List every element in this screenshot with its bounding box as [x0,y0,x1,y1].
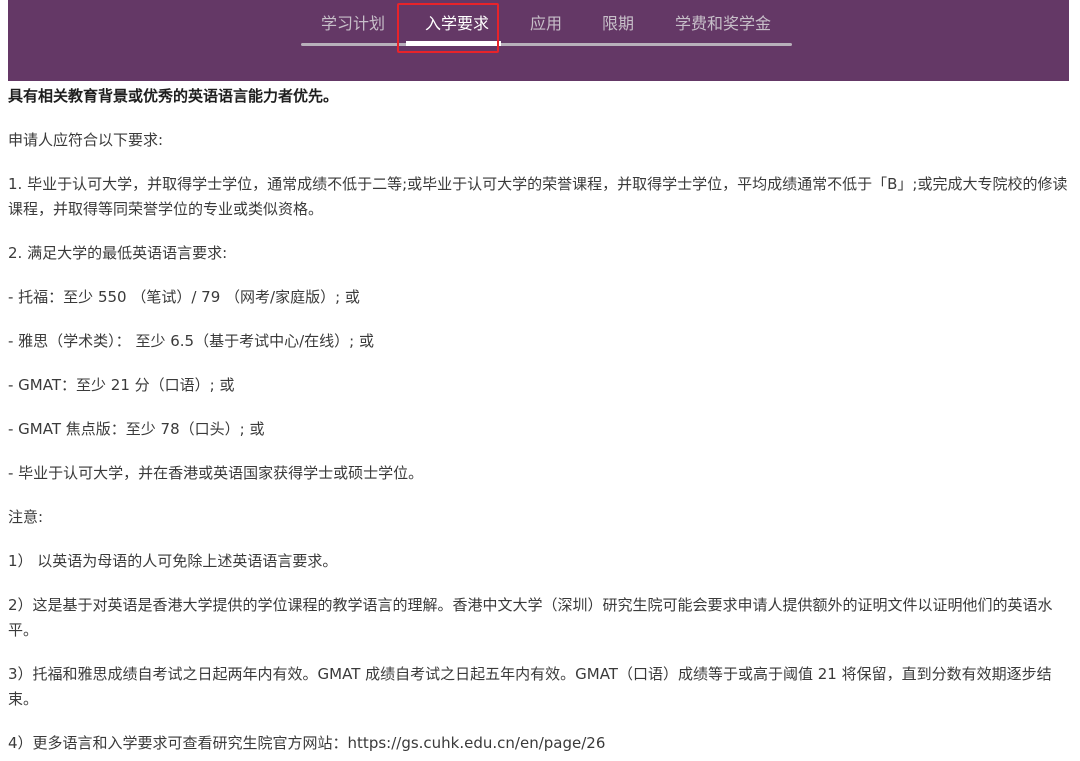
tab-study-plan[interactable]: 学习计划 [321,12,385,36]
note-4: 4）更多语言和入学要求可查看研究生院官方网站：https://gs.cuhk.e… [8,734,606,752]
gmat-requirement: - GMAT：至少 21 分（口语）; 或 [8,376,235,394]
tab-active-indicator [406,41,501,46]
requirement-2: 2. 满足大学的最低英语语言要求: [8,244,228,262]
intro-paragraph: 申请人应符合以下要求: [8,131,164,149]
note-1: 1） 以英语为母语的人可免除上述英语语言要求。 [8,552,338,570]
lead-paragraph: 具有相关教育背景或优秀的英语语言能力者优先。 [8,87,339,105]
admission-requirements-content: 具有相关教育背景或优秀的英语语言能力者优先。 申请人应符合以下要求: 1. 毕业… [8,84,1072,756]
note-2: 2）这是基于对英语是香港大学提供的学位课程的教学语言的理解。香港中文大学（深圳）… [8,596,1053,639]
notes-title: 注意: [8,508,44,526]
tab-application[interactable]: 应用 [530,12,562,36]
tab-underline [301,43,792,46]
degree-requirement: - 毕业于认可大学，并在香港或英语国家获得学士或硕士学位。 [8,464,424,482]
tab-bar: 学习计划 入学要求 应用 限期 学费和奖学金 [301,0,792,47]
tab-deadlines[interactable]: 限期 [602,12,634,36]
note-3: 3）托福和雅思成绩自考试之日起两年内有效。GMAT 成绩自考试之日起五年内有效。… [8,665,1052,708]
requirement-1: 1. 毕业于认可大学，并取得学士学位，通常成绩不低于二等;或毕业于认可大学的荣誉… [8,175,1068,218]
toefl-requirement: - 托福：至少 550 （笔试）/ 79 （网考/家庭版）; 或 [8,288,360,306]
tab-tuition-scholarships[interactable]: 学费和奖学金 [675,12,771,36]
ielts-requirement: - 雅思（学术类）： 至少 6.5（基于考试中心/在线）; 或 [8,332,374,350]
program-header: 学习计划 入学要求 应用 限期 学费和奖学金 [8,0,1069,81]
tab-admission-requirements[interactable]: 入学要求 [425,12,489,36]
gmat-focus-requirement: - GMAT 焦点版：至少 78（口头）; 或 [8,420,265,438]
